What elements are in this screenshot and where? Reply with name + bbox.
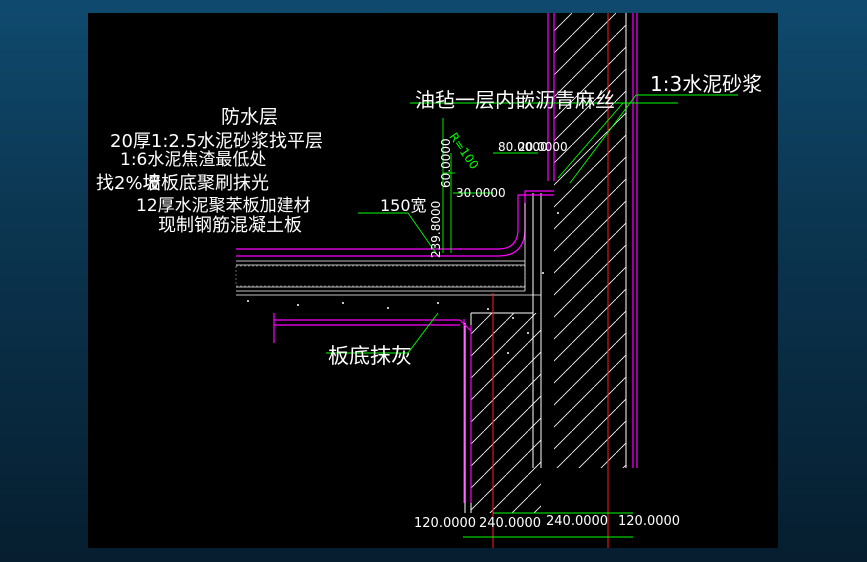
wall-hatch-lower [471, 313, 541, 513]
dim-vertical-b: 60.0000 [439, 138, 453, 188]
dim-bottom-240-left: 240.0000 [479, 516, 541, 531]
roof-parapet-detail: 防水层 20厚1:2.5水泥砂浆找平层 1:6水泥焦渣最低处 找2%坡 墙板底聚… [96, 13, 762, 548]
label-slag-min: 1:6水泥焦渣最低处 [120, 150, 266, 170]
dim-30: 30.0000 [456, 186, 506, 200]
label-insulation-12: 12厚水泥聚苯板加建材 [136, 196, 311, 216]
dim-bottom-120-right: 120.0000 [618, 514, 680, 529]
label-waterproof-layer: 防水层 [221, 106, 278, 128]
label-screed-20: 20厚1:2.5水泥砂浆找平层 [110, 131, 323, 152]
wall-hatch-right [554, 13, 626, 468]
label-slab-finish: 墙板底聚刷抹光 [143, 173, 269, 194]
label-cement-mortar: 1:3水泥砂浆 [650, 72, 762, 96]
dim-bottom-120-left: 120.0000 [414, 516, 476, 531]
dim-bottom-240-right: 240.0000 [546, 514, 608, 529]
dimension-texts: 80.0000 20.0000 30.0000 R=100 239.8000 6… [414, 130, 680, 531]
cad-drawing-canvas: 防水层 20厚1:2.5水泥砂浆找平层 1:6水泥焦渣最低处 找2%坡 墙板底聚… [88, 13, 778, 548]
dim-20: 20.0000 [518, 140, 568, 154]
label-rc-slab: 现制钢筋混凝土板 [158, 215, 302, 236]
insulation-band [235, 265, 526, 287]
label-width-150: 150宽 [380, 196, 427, 215]
label-felt-layer: 油毡一层内嵌沥青麻丝 [415, 88, 615, 112]
dim-vertical-a: 239.8000 [429, 201, 443, 258]
label-ceiling-plaster: 板底抹灰 [328, 344, 412, 368]
